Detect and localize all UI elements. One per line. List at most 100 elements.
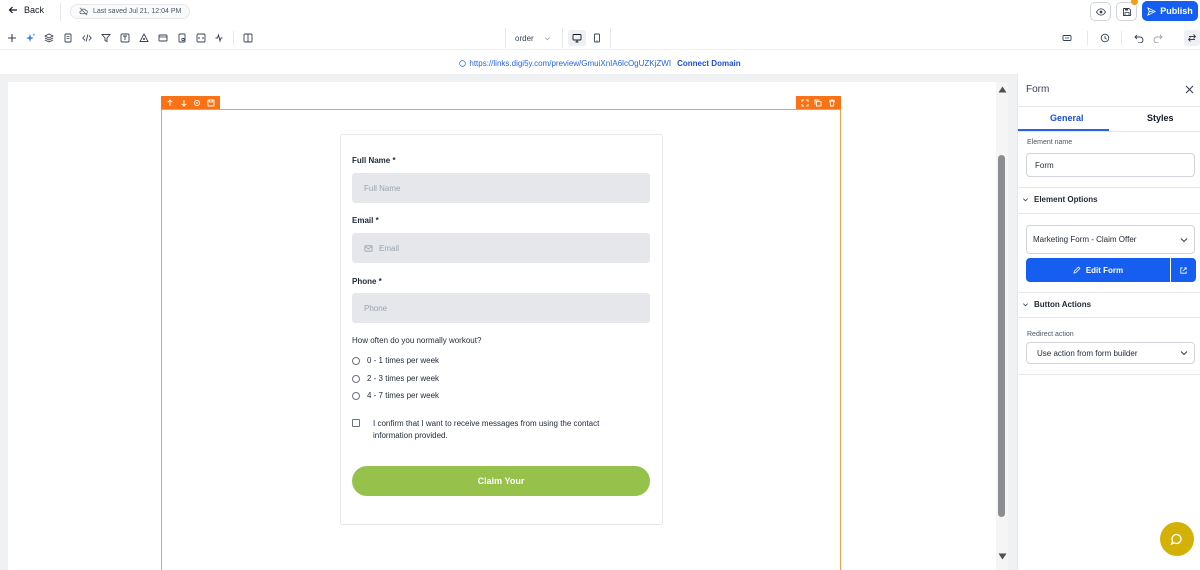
radio-option-label: 0 - 1 times per week <box>367 356 440 365</box>
chevron-down-icon <box>1023 198 1028 202</box>
phone-icon <box>594 33 600 43</box>
saved-status-text: Last saved Jul 21, 12:04 PM <box>93 8 182 15</box>
trash-icon[interactable] <box>828 98 837 107</box>
divider <box>1018 292 1200 293</box>
divider <box>562 28 563 48</box>
page-select[interactable]: order <box>506 28 560 48</box>
redirect-action-label: Redirect action <box>1027 331 1074 338</box>
open-in-new-tab-button[interactable] <box>1171 258 1196 282</box>
undo-icon[interactable] <box>1133 32 1145 44</box>
scroll-up-arrow-icon[interactable] <box>997 84 1007 94</box>
eye-icon <box>1095 7 1106 16</box>
workout-question: How often do you normally workout? <box>352 336 482 345</box>
chevron-down-icon <box>1180 351 1188 356</box>
history-icon[interactable] <box>1061 32 1073 44</box>
element-name-input[interactable]: Form <box>1026 153 1195 177</box>
triggers-icon[interactable] <box>138 32 150 44</box>
section-toolbar-right <box>796 96 841 109</box>
globe-icon <box>459 59 467 67</box>
back-button[interactable]: Back <box>8 5 44 15</box>
duplicate-icon[interactable] <box>814 98 823 107</box>
form-select-value: Marketing Form - Claim Offer <box>1033 235 1137 244</box>
desktop-view-button[interactable] <box>568 30 586 46</box>
radio-option[interactable]: 2 - 3 times per week <box>352 374 439 383</box>
preview-url-text: https://links.digi5y.com/preview/GmuiXnI… <box>469 58 672 68</box>
divider <box>1018 187 1200 188</box>
phone-input[interactable]: Phone <box>352 293 650 323</box>
code-icon[interactable] <box>81 32 93 44</box>
pages-icon[interactable] <box>62 32 74 44</box>
radio-button[interactable] <box>352 374 360 383</box>
top-bar: Back Last saved Jul 21, 12:04 PM Publish <box>0 0 1200 24</box>
swap-icon[interactable] <box>1184 30 1200 46</box>
claim-submit-button[interactable]: Claim Your <box>352 466 650 496</box>
save-section-icon[interactable] <box>207 98 216 107</box>
preview-url-bar: https://links.digi5y.com/preview/GmuiXnI… <box>0 55 1200 71</box>
text-icon[interactable] <box>119 32 131 44</box>
tracking-icon[interactable] <box>213 32 225 44</box>
back-label: Back <box>24 5 45 15</box>
section-icon[interactable] <box>157 32 169 44</box>
preview-url-link[interactable]: https://links.digi5y.com/preview/GmuiXnI… <box>459 59 671 68</box>
pencil-icon <box>1073 266 1081 274</box>
redirect-action-value: Use action from form builder <box>1037 348 1138 358</box>
radio-option[interactable]: 0 - 1 times per week <box>352 356 439 365</box>
page-select-value: order <box>515 33 534 43</box>
radio-option-label: 2 - 3 times per week <box>367 374 440 383</box>
funnel-icon[interactable] <box>100 32 112 44</box>
divider <box>1018 374 1200 375</box>
edit-form-button[interactable]: Edit Form <box>1026 258 1170 282</box>
divider <box>1018 106 1200 107</box>
monitor-icon <box>572 34 582 43</box>
element-options-accordion[interactable]: Element Options <box>1022 195 1098 204</box>
divider <box>60 3 61 21</box>
publish-label: Publish <box>1160 6 1193 16</box>
close-icon[interactable] <box>1184 84 1194 94</box>
element-options-heading: Element Options <box>1034 195 1098 204</box>
chevron-down-icon <box>1023 303 1028 307</box>
phone-label: Phone * <box>352 277 382 286</box>
ai-sparkle-icon[interactable] <box>25 32 37 44</box>
layers-icon[interactable] <box>43 32 55 44</box>
tab-general[interactable]: General <box>1050 113 1084 123</box>
email-input[interactable]: Email <box>352 233 650 263</box>
move-up-icon[interactable] <box>165 98 174 107</box>
section-toolbar-left <box>161 96 220 109</box>
button-actions-accordion[interactable]: Button Actions <box>1022 300 1091 309</box>
scroll-down-arrow-icon[interactable] <box>997 551 1007 561</box>
divider <box>1018 317 1200 318</box>
add-icon[interactable] <box>6 32 18 44</box>
preview-button[interactable] <box>1090 2 1111 21</box>
publish-button[interactable]: Publish <box>1142 1 1198 21</box>
versions-icon[interactable] <box>1099 32 1111 44</box>
radio-button[interactable] <box>352 356 360 365</box>
full-name-input[interactable]: Full Name <box>352 173 650 203</box>
unsaved-indicator-dot <box>1131 0 1138 5</box>
divider <box>1018 213 1200 214</box>
external-link-icon <box>1180 266 1187 274</box>
divider <box>1121 31 1122 45</box>
form-select[interactable]: Marketing Form - Claim Offer <box>1026 225 1195 254</box>
forms-icon[interactable] <box>176 32 188 44</box>
settings-gear-icon[interactable] <box>193 98 202 107</box>
tab-styles[interactable]: Styles <box>1147 113 1174 123</box>
chat-support-button[interactable] <box>1160 522 1194 556</box>
columns-icon[interactable] <box>242 32 254 44</box>
radio-option[interactable]: 4 - 7 times per week <box>352 391 439 400</box>
redirect-action-select[interactable]: Use action from form builder <box>1026 342 1195 364</box>
envelope-icon <box>364 244 373 252</box>
saved-status-pill: Last saved Jul 21, 12:04 PM <box>70 4 191 19</box>
cloud-off-icon <box>79 7 88 16</box>
custom-code-icon[interactable] <box>195 32 207 44</box>
chevron-down-icon <box>1180 237 1188 242</box>
redo-icon[interactable] <box>1152 32 1164 44</box>
radio-button[interactable] <box>352 391 360 400</box>
full-name-placeholder: Full Name <box>364 183 401 193</box>
scrollbar-thumb[interactable] <box>998 155 1005 517</box>
expand-icon[interactable] <box>800 98 809 107</box>
move-down-icon[interactable] <box>179 98 188 107</box>
panel-title: Form <box>1026 84 1050 95</box>
consent-checkbox[interactable] <box>352 419 360 427</box>
connect-domain-link[interactable]: Connect Domain <box>677 59 741 68</box>
mobile-view-button[interactable] <box>590 30 604 46</box>
